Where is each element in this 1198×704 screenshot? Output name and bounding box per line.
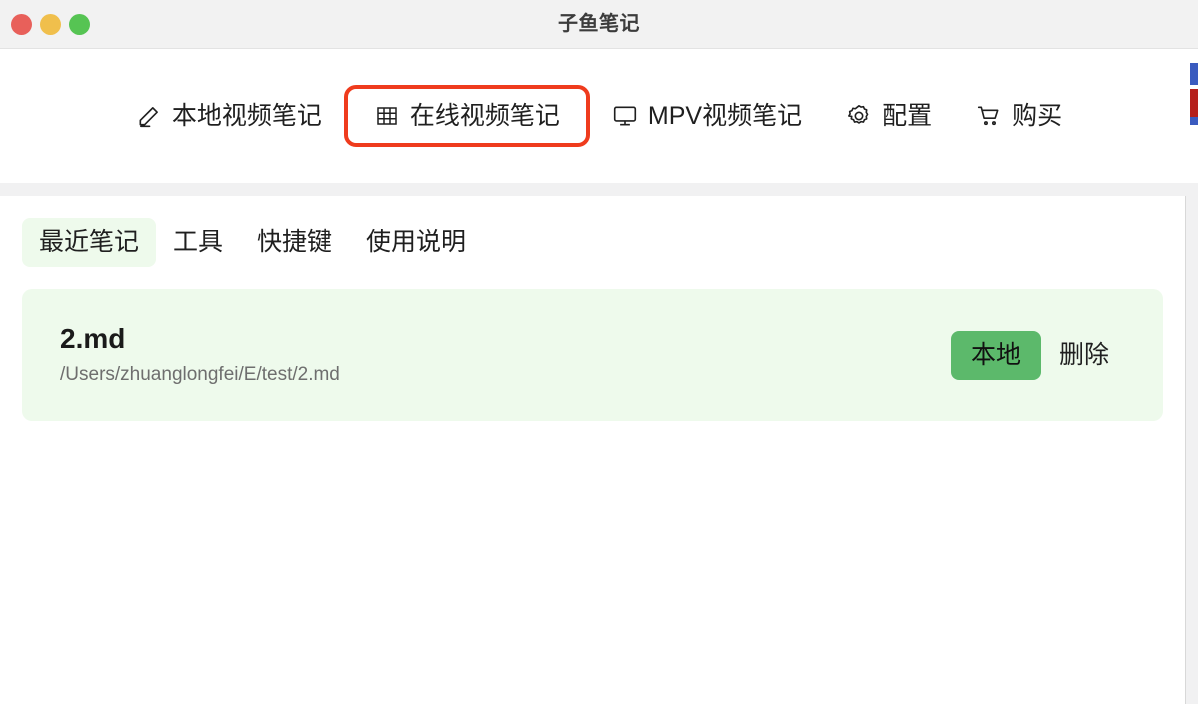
pencil-icon — [136, 103, 162, 129]
note-info: 2.md /Users/zhuanglongfei/E/test/2.md — [60, 323, 340, 386]
nav-item-mpv-video-notes[interactable]: MPV视频笔记 — [590, 85, 824, 147]
list-item[interactable]: 2.md /Users/zhuanglongfei/E/test/2.md 本地… — [22, 289, 1163, 421]
main-navigation: 本地视频笔记 在线视频笔记 MPV视频笔记 配置 购买 — [0, 49, 1198, 183]
nav-label-settings: 配置 — [882, 101, 933, 130]
tab-label-recent-notes: 最近笔记 — [39, 228, 140, 256]
note-path: /Users/zhuanglongfei/E/test/2.md — [60, 363, 340, 385]
tab-label-instructions: 使用说明 — [366, 228, 467, 256]
tab-shortcuts[interactable]: 快捷键 — [240, 218, 349, 267]
tab-label-tools: 工具 — [173, 228, 224, 256]
app-window: 子鱼笔记 本地视频笔记 在线视频笔记 MPV视频笔记 配置 购买 最近笔记 工具… — [0, 0, 1198, 704]
title-bar: 子鱼笔记 — [0, 0, 1198, 49]
window-title: 子鱼笔记 — [558, 13, 640, 35]
tab-recent-notes[interactable]: 最近笔记 — [22, 218, 157, 267]
maximize-window-button[interactable] — [69, 13, 90, 35]
tab-tools[interactable]: 工具 — [156, 218, 240, 267]
nav-label-local-video-notes: 本地视频笔记 — [171, 101, 322, 130]
note-actions: 本地 删除 — [950, 330, 1133, 380]
cart-icon — [976, 103, 1002, 129]
nav-item-online-video-notes[interactable]: 在线视频笔记 — [343, 85, 590, 147]
grid-icon — [374, 103, 400, 129]
nav-panel-divider — [0, 183, 1198, 196]
note-title: 2.md — [60, 323, 126, 355]
nav-label-mpv-video-notes: MPV视频笔记 — [647, 101, 803, 130]
content-panel: 最近笔记 工具 快捷键 使用说明 2.md /Users/zhuanglongf… — [0, 196, 1186, 704]
nav-label-purchase: 购买 — [1012, 101, 1063, 130]
delete-note-button[interactable]: 删除 — [1051, 331, 1117, 380]
content-area: 最近笔记 工具 快捷键 使用说明 2.md /Users/zhuanglongf… — [0, 196, 1198, 704]
nav-item-settings[interactable]: 配置 — [824, 85, 954, 147]
minimize-window-button[interactable] — [40, 13, 61, 35]
open-local-button[interactable]: 本地 — [950, 330, 1041, 380]
nav-item-local-video-notes[interactable]: 本地视频笔记 — [114, 85, 344, 147]
traffic-light-group — [0, 13, 90, 35]
sub-tab-bar: 最近笔记 工具 快捷键 使用说明 — [0, 196, 1185, 267]
background-window-sliver — [1190, 63, 1198, 125]
close-window-button[interactable] — [11, 13, 32, 35]
tab-label-shortcuts: 快捷键 — [257, 228, 333, 256]
nav-label-online-video-notes: 在线视频笔记 — [409, 101, 560, 130]
monitor-icon — [612, 103, 638, 129]
gear-icon — [846, 103, 872, 129]
tab-instructions[interactable]: 使用说明 — [349, 218, 483, 267]
nav-item-purchase[interactable]: 购买 — [954, 85, 1084, 147]
note-list: 2.md /Users/zhuanglongfei/E/test/2.md 本地… — [0, 267, 1185, 421]
